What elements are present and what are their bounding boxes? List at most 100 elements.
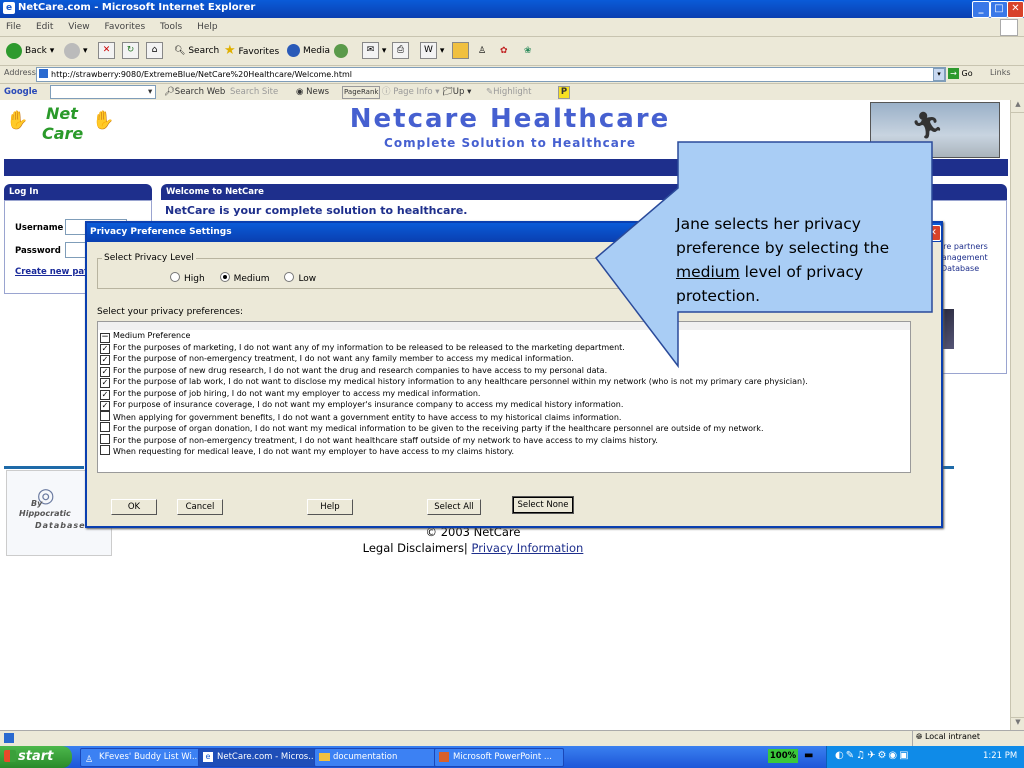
stop-button[interactable]: ✕ [98,42,115,60]
login-header: Log In [4,184,152,200]
media-icon [287,44,300,57]
up-button[interactable]: 📁︎Up ▾ [442,85,471,99]
menu-favorites[interactable]: Favorites [104,18,145,36]
page-scrollbar[interactable]: ▲ ▼ [1010,100,1024,730]
menu-bar: File Edit View Favorites Tools Help [0,18,1024,37]
preference-checkbox[interactable]: ✓ [100,343,110,354]
preference-checkbox[interactable] [100,445,110,455]
preference-text: For the purpose of organ donation, I do … [113,424,764,433]
google-search-dropdown[interactable]: ▾ [148,85,152,99]
runner-figure-icon: 🏃︎ [911,111,945,141]
preference-checkbox[interactable] [100,422,110,432]
google-logo[interactable]: Google [4,85,37,99]
pagerank-button[interactable]: PageRank [342,86,381,99]
radio-low[interactable]: Low [284,272,316,284]
news-button[interactable]: ◉ News [296,85,329,99]
radio-medium[interactable]: Medium [219,272,270,284]
legal-disclaimers-link[interactable]: Legal Disclaimers| [363,541,468,555]
radio-high[interactable]: High [170,272,205,284]
forward-button[interactable]: ▾ [64,42,88,60]
tray-icons[interactable]: ◐✎♫✈⚙◉▣ [835,750,911,761]
home-button[interactable]: ⌂ [146,42,163,60]
start-button[interactable]: start [0,746,72,768]
stop-icon: ✕ [98,42,115,59]
address-dropdown[interactable]: ▾ [933,68,945,81]
select-all-button[interactable]: Select All [427,499,481,515]
menu-help[interactable]: Help [197,18,218,36]
back-button[interactable]: Back ▾ [6,42,54,60]
scroll-down-arrow-icon[interactable]: ▼ [1011,717,1024,730]
system-tray: ◐✎♫✈⚙◉▣ 1:21 PM [826,746,1024,768]
ok-button[interactable]: OK [111,499,157,515]
highlight-button[interactable]: ✎Highlight [486,85,532,99]
preference-item[interactable]: ✓ For the purpose of job hiring, I do not… [98,388,910,400]
forward-arrow-icon [64,42,80,59]
print-button[interactable]: ⎙ [392,42,409,60]
edit-button[interactable]: W ▾ [420,42,444,60]
media-button[interactable]: Media [287,42,330,60]
zoom-indicator[interactable]: 100% [768,749,798,763]
task-powerpoint[interactable]: Microsoft PowerPoint ... [434,748,564,767]
clock[interactable]: 1:21 PM [983,751,1017,761]
minimize-button[interactable]: _ [972,1,990,18]
mail-button[interactable]: ✉ ▾ [362,42,386,60]
site-title: Netcare Healthcare [349,104,671,134]
privacy-information-link[interactable]: Privacy Information [471,541,583,555]
favorites-button[interactable]: ★ Favorites [224,42,279,60]
menu-edit[interactable]: Edit [36,18,53,36]
preference-checkbox[interactable]: ✓ [100,378,110,388]
refresh-button[interactable]: ↻ [122,42,139,60]
close-button[interactable]: ✕ [1007,1,1024,18]
collapse-toggle[interactable]: − [100,333,110,343]
task-documentation[interactable]: documentation [314,748,444,767]
preference-item[interactable]: When requesting for medical leave, I do … [98,445,910,457]
task-buddy-list[interactable]: ♙ KFeves' Buddy List Wi... [80,748,204,767]
select-none-button[interactable]: Select None [512,496,574,514]
preference-checkbox[interactable]: ✓ [100,355,110,365]
address-bar: Address http://strawberry:9080/ExtremeBl… [0,66,1024,84]
page-info-button[interactable]: ⓘ Page Info ▾ [382,85,440,99]
netcare-logo[interactable]: ✋ Net Care ✋ [6,104,118,150]
search-web-button[interactable]: 🔎︎Search Web [164,85,225,99]
search-site-button[interactable]: Search Site [230,85,278,99]
google-search-input[interactable] [50,85,156,99]
help-button[interactable]: Help [307,499,353,515]
up-folder-icon: 📁︎ [442,87,453,97]
address-input[interactable]: http://strawberry:9080/ExtremeBlue/NetCa… [36,67,946,82]
links-label[interactable]: Links [990,68,1011,77]
history-button[interactable] [334,42,351,60]
preference-checkbox[interactable]: ✓ [100,366,110,377]
preference-item[interactable]: When applying for government benefits, I… [98,410,910,423]
preference-item[interactable]: For the purpose of organ donation, I do … [98,422,910,434]
password-label: Password [15,246,61,256]
search-button[interactable]: 🔍︎ Search [174,42,219,60]
menu-tools[interactable]: Tools [160,18,182,36]
page-icon [39,69,48,78]
preference-checkbox[interactable]: ✓ [100,389,110,400]
menu-view[interactable]: View [68,18,89,36]
ie-icon: e [3,2,15,14]
research-button[interactable]: ✿ [500,42,508,60]
go-button[interactable]: → Go [948,68,973,79]
messenger-button[interactable]: ♙ [478,42,486,60]
search-icon: 🔍︎ [174,46,186,56]
menu-file[interactable]: File [6,18,21,36]
battery-icon: ▬ [804,750,814,761]
maximize-button[interactable]: □ [990,1,1008,18]
preference-text: For the purpose of new drug research, I … [113,365,608,375]
window-title-bar: e NetCare.com - Microsoft Internet Explo… [0,0,1024,18]
preference-item[interactable]: For the purpose of non-emergency treatme… [98,433,910,446]
buddy-button[interactable]: ❀ [524,42,532,60]
popup-blocker-icon[interactable]: P [558,86,570,99]
username-label: Username [15,223,64,233]
folder-button[interactable] [452,42,469,60]
preference-checkbox[interactable] [100,410,110,421]
task-netcare-ie[interactable]: e NetCare.com - Micros... [198,748,322,767]
preference-item[interactable]: ✓ For purpose of insurance coverage, I do… [98,399,910,411]
preference-checkbox[interactable] [100,433,110,444]
preference-checkbox[interactable]: ✓ [100,401,110,411]
scroll-up-arrow-icon[interactable]: ▲ [1011,100,1024,113]
cancel-button[interactable]: Cancel [177,499,223,515]
folder-icon [452,42,469,59]
status-page-icon [4,733,14,743]
